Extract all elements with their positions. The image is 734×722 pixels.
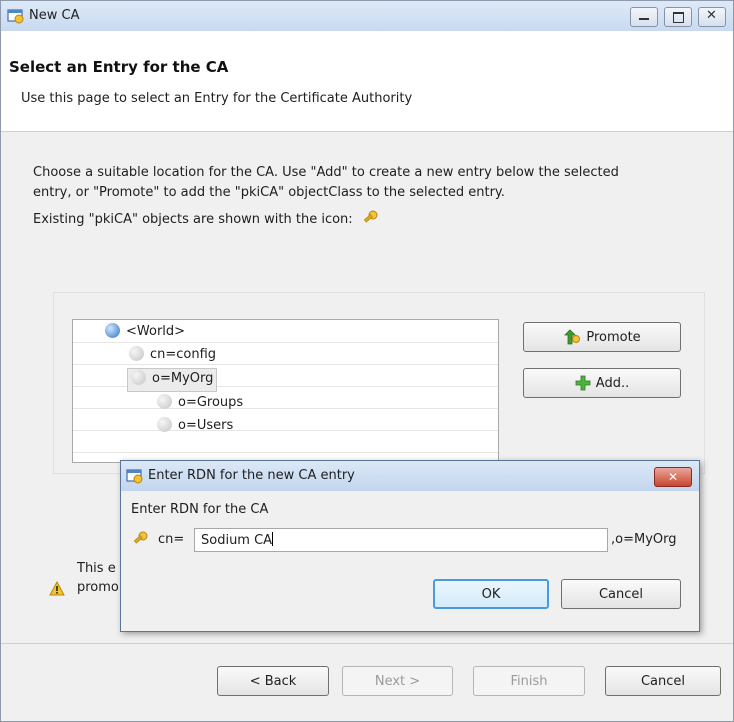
ldap-node-icon — [157, 394, 172, 409]
page-title: Select an Entry for the CA — [9, 58, 229, 76]
row-divider — [73, 408, 498, 409]
close-button[interactable]: ✕ — [698, 7, 726, 27]
add-button[interactable]: Add.. — [523, 368, 681, 398]
dialog-cancel-label: Cancel — [598, 586, 644, 602]
tree-node-myorg[interactable]: o=MyOrg — [127, 368, 218, 392]
back-label: < Back — [249, 673, 297, 689]
rdn-input-value: Sodium CA — [201, 533, 273, 548]
minimize-icon — [639, 18, 649, 20]
minimize-button[interactable] — [630, 7, 658, 27]
warning-text-line-1: This e — [77, 561, 116, 576]
window-title: New CA — [29, 8, 80, 23]
key-icon — [361, 210, 379, 230]
tree-node-label: o=Users — [178, 418, 234, 433]
row-divider — [73, 452, 498, 453]
finish-button[interactable]: Finish — [473, 666, 585, 696]
promote-icon — [563, 328, 581, 346]
ldap-node-icon — [157, 417, 172, 432]
page-subtitle: Use this page to select an Entry for the… — [21, 91, 413, 106]
ldap-node-icon — [129, 346, 144, 361]
finish-label: Finish — [510, 673, 548, 689]
back-button[interactable]: < Back — [217, 666, 329, 696]
text-cursor — [272, 532, 274, 546]
dialog-ok-button[interactable]: OK — [433, 579, 549, 609]
dialog-label: Enter RDN for the CA — [131, 502, 269, 517]
footer-separator — [1, 643, 733, 644]
tree-node-label: cn=config — [150, 347, 217, 362]
tree-node-label: o=MyOrg — [152, 371, 214, 386]
maximize-icon — [673, 12, 684, 23]
promote-label: Promote — [586, 329, 641, 345]
tree-node-users[interactable]: o=Users — [157, 417, 233, 439]
promote-button[interactable]: Promote — [523, 322, 681, 352]
wizard-certificate-icon — [7, 8, 25, 28]
rdn-suffix-label: ,o=MyOrg — [611, 532, 677, 547]
tree-node-label: <World> — [126, 324, 186, 339]
description-line-3: Existing "pkiCA" objects are shown with … — [33, 210, 379, 230]
cancel-label: Cancel — [640, 673, 686, 689]
dialog-cancel-button[interactable]: Cancel — [561, 579, 681, 609]
warning-text-line-2: promo — [77, 580, 119, 595]
dialog-title: Enter RDN for the new CA entry — [148, 468, 355, 483]
maximize-button[interactable] — [664, 7, 692, 27]
ldap-node-icon — [131, 370, 146, 385]
description-line-1: Choose a suitable location for the CA. U… — [33, 165, 619, 180]
description-line-2: entry, or "Promote" to add the "pkiCA" o… — [33, 185, 505, 200]
key-icon — [131, 531, 149, 551]
rdn-prefix-label: cn= — [158, 532, 185, 547]
wizard-certificate-icon — [126, 468, 144, 488]
tree-node-world[interactable]: <World> — [105, 323, 185, 345]
add-icon — [575, 375, 591, 391]
row-divider — [73, 430, 498, 431]
description-text: Existing "pkiCA" objects are shown with … — [33, 212, 353, 227]
next-label: Next > — [374, 673, 421, 689]
warning-icon — [49, 580, 65, 600]
title-bar[interactable]: New CA ✕ — [1, 1, 733, 31]
globe-icon — [105, 323, 120, 338]
close-icon: ✕ — [667, 470, 679, 484]
next-button[interactable]: Next > — [342, 666, 453, 696]
ok-label: OK — [481, 586, 501, 602]
cancel-button[interactable]: Cancel — [605, 666, 721, 696]
tree-node-config[interactable]: cn=config — [129, 346, 216, 368]
add-label: Add.. — [595, 375, 630, 391]
close-icon: ✕ — [706, 8, 717, 23]
tree-node-groups[interactable]: o=Groups — [157, 394, 243, 416]
ldap-tree[interactable]: <World> cn=config o=MyOrg o=Groups o=Use… — [72, 319, 499, 463]
new-ca-window: New CA ✕ Select an Entry for the CA Use … — [0, 0, 734, 722]
dialog-title-bar[interactable]: Enter RDN for the new CA entry ✕ — [121, 461, 699, 491]
wizard-header: Select an Entry for the CA Use this page… — [1, 31, 733, 132]
tree-node-label: o=Groups — [178, 395, 244, 410]
rdn-dialog: Enter RDN for the new CA entry ✕ Enter R… — [120, 460, 700, 632]
rdn-input[interactable]: Sodium CA — [194, 528, 608, 552]
dialog-close-button[interactable]: ✕ — [654, 467, 692, 487]
